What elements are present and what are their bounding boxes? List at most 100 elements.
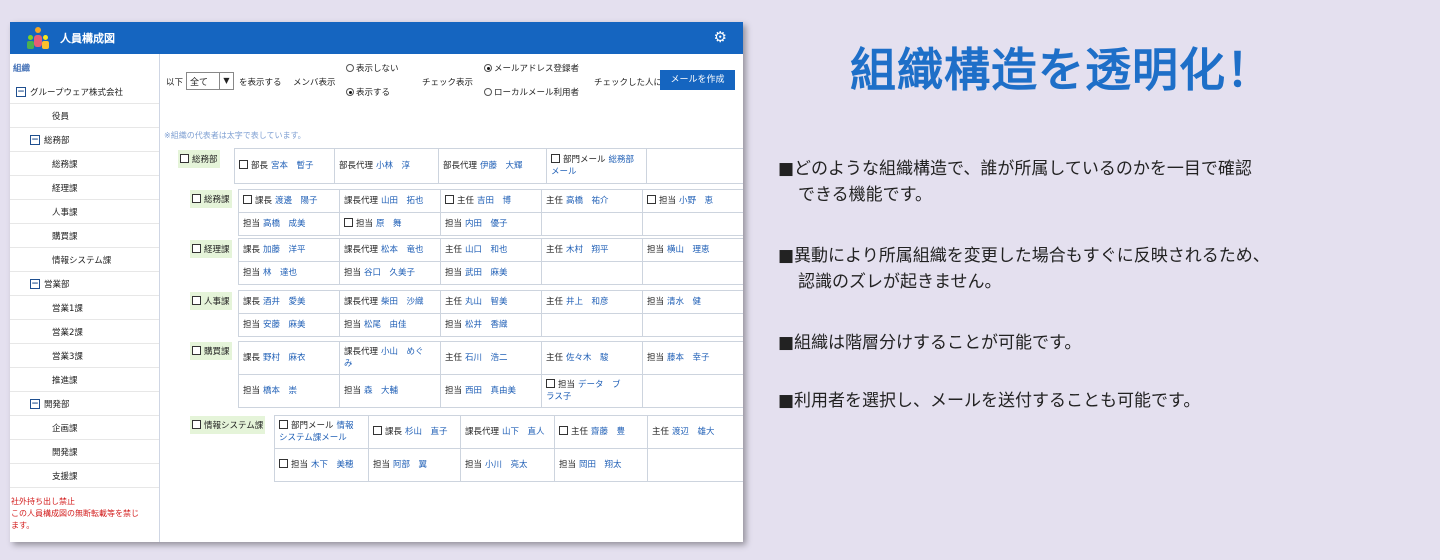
checkbox-icon[interactable] [373,426,382,435]
member-name-link[interactable]: 横山 理恵 [667,245,710,255]
member-cell[interactable]: 主任 齋藤 豊 [555,416,648,448]
member-cell[interactable]: 課長代理 松本 竜也 [340,239,441,261]
member-cell[interactable]: 部門メール 情報 システム課メール [275,416,369,448]
member-cell[interactable]: 主任 木村 翔平 [542,239,643,261]
member-name-link[interactable]: 原 舞 [376,219,402,229]
dept-label[interactable]: 人事課 [190,292,232,310]
member-name-link[interactable]: 丸山 智美 [465,297,508,307]
checkbox-icon[interactable] [551,154,560,163]
dept-label[interactable]: 総務部 [178,150,220,168]
member-cell[interactable] [648,449,743,481]
member-cell[interactable]: 担当 岡田 翔太 [555,449,648,481]
member-name-link[interactable]: 石川 浩二 [465,353,508,363]
member-cell[interactable]: 担当 小野 恵 [643,190,743,212]
sidebar-item[interactable]: 推進課 [10,368,159,392]
member-name-link[interactable]: 宮本 暫子 [271,161,314,171]
member-name-link[interactable]: 林 達也 [263,268,297,278]
member-name-link[interactable]: 柴田 沙織 [381,297,424,307]
member-cell[interactable] [542,262,643,284]
member-cell[interactable]: 担当 武田 麻美 [441,262,542,284]
collapse-toggle-icon[interactable]: − [30,278,40,289]
member-name-link[interactable]: 安藤 麻美 [263,320,306,330]
member-cell[interactable] [643,314,743,336]
sidebar-item[interactable]: 営業2課 [10,320,159,344]
sidebar-item[interactable]: − 開発部 [10,392,159,416]
member-name-link[interactable]: 佐々木 駿 [566,353,609,363]
sidebar-item[interactable]: 経理課 [10,176,159,200]
checkbox-icon[interactable] [546,379,555,388]
member-name-link[interactable]: 小林 淳 [376,161,410,171]
sidebar-item[interactable]: 総務課 [10,152,159,176]
member-name-link[interactable]: 齋藤 豊 [591,427,625,437]
checkbox-icon[interactable] [192,194,201,203]
member-cell[interactable]: 担当 谷口 久美子 [340,262,441,284]
sidebar-item[interactable]: 情報システム課 [10,248,159,272]
member-cell[interactable]: 担当 データ ブラス子 [542,375,643,407]
member-name-link[interactable]: 渡辺 雄大 [672,427,715,437]
member-cell[interactable]: 課長 渡邊 陽子 [239,190,340,212]
member-name-link[interactable]: 山口 和也 [465,245,508,255]
member-cell[interactable]: 課長代理 小山 めぐみ [340,342,441,374]
member-name-link[interactable]: 木下 美穂 [311,460,354,470]
member-cell[interactable]: 担当原 舞 [340,213,441,235]
member-name-link[interactable]: システム課メール [279,433,347,443]
checkbox-icon[interactable] [239,160,248,169]
member-name-link[interactable]: 谷口 久美子 [364,268,415,278]
member-cell[interactable]: 課長 酒井 愛美 [239,291,340,313]
checkbox-icon[interactable] [344,218,353,227]
member-cell[interactable]: 担当 橋本 崇 [239,375,340,407]
member-name-link[interactable]: 岡田 翔太 [579,460,622,470]
sidebar-item[interactable]: 営業3課 [10,344,159,368]
check-local-radio[interactable]: ローカルメール利用者 [484,86,579,98]
member-name-link[interactable]: 小川 亮太 [485,460,528,470]
member-cell[interactable]: 担当 松井 香織 [441,314,542,336]
checkbox-icon[interactable] [279,459,288,468]
member-name-link[interactable]: 高橋 祐介 [566,196,609,206]
member-name-link[interactable]: 高橋 成美 [263,219,306,229]
member-cell[interactable] [643,213,743,235]
member-name-link[interactable]: 藤本 幸子 [667,353,710,363]
member-cell[interactable] [643,262,743,284]
collapse-toggle-icon[interactable]: − [16,86,26,97]
sidebar-item[interactable]: 支援課 [10,464,159,488]
member-cell[interactable]: 担当 藤本 幸子 [643,342,743,374]
member-name-link[interactable]: 内田 優子 [465,219,508,229]
member-cell[interactable]: 主任 山口 和也 [441,239,542,261]
member-cell[interactable]: 担当林 達也 [239,262,340,284]
sidebar-item[interactable]: 営業1課 [10,296,159,320]
dept-label[interactable]: 総務課 [190,190,232,208]
member-cell[interactable]: 担当 安藤 麻美 [239,314,340,336]
member-name-link[interactable]: 吉田 博 [477,196,511,206]
gear-icon[interactable]: ⚙ [714,28,727,46]
checkbox-icon[interactable] [647,195,656,204]
create-mail-button[interactable]: メールを作成 [660,70,735,90]
sidebar-item[interactable]: 企画課 [10,416,159,440]
member-name-link[interactable]: 森 大輔 [364,386,398,396]
member-name-link[interactable]: 木村 翔平 [566,245,609,255]
sidebar-item[interactable]: 開発課 [10,440,159,464]
member-cell[interactable] [643,375,743,407]
member-cell[interactable] [542,213,643,235]
member-cell[interactable] [647,149,743,183]
member-cell[interactable]: 課長代理 山下 直人 [461,416,555,448]
member-cell[interactable]: 部長代理 小林 淳 [335,149,439,183]
member-name-link[interactable]: 総務部 [609,155,635,165]
member-name-link[interactable]: 渡邊 陽子 [275,196,318,206]
member-cell[interactable]: 主任 佐々木 駿 [542,342,643,374]
member-name-link[interactable]: 野村 麻衣 [263,353,306,363]
checkbox-icon[interactable] [559,426,568,435]
member-cell[interactable]: 担当 木下 美穂 [275,449,369,481]
checkbox-icon[interactable] [192,244,201,253]
checkbox-icon[interactable] [243,195,252,204]
member-cell[interactable]: 担当 小川 亮太 [461,449,555,481]
member-name-link[interactable]: 井上 和彦 [566,297,609,307]
dept-label[interactable]: 購買課 [190,342,232,360]
member-show-radio[interactable]: 表示する [346,86,390,98]
sidebar-item[interactable]: − 営業部 [10,272,159,296]
member-cell[interactable]: 担当 横山 理恵 [643,239,743,261]
sidebar-item[interactable]: − グループウェア株式会社 [10,80,159,104]
member-name-link[interactable]: 杉山 直子 [405,427,448,437]
member-name-link[interactable]: 松井 香織 [465,320,508,330]
sidebar-item[interactable]: 人事課 [10,200,159,224]
member-cell[interactable]: 部門メール 総務部 メール [547,149,647,183]
